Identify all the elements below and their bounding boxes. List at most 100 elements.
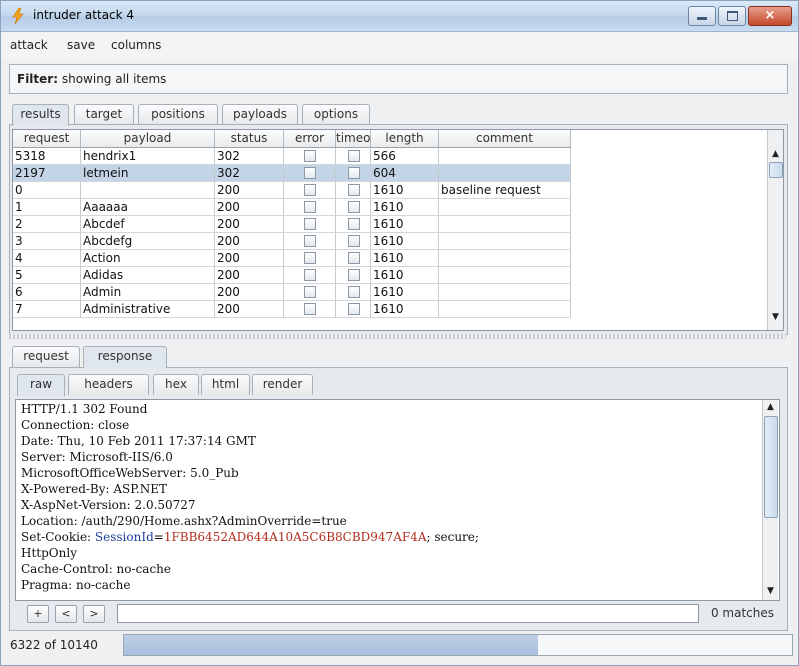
col-comment[interactable]: comment xyxy=(439,130,571,147)
cookie-prefix: Set-Cookie: xyxy=(21,530,95,544)
cell-comment xyxy=(439,284,571,301)
cell-length: 1610 xyxy=(371,250,439,267)
table-row[interactable]: 6 Admin 200 1610 xyxy=(13,284,571,301)
cell-timeout xyxy=(336,250,371,267)
cell-payload: Aaaaaa xyxy=(81,199,215,216)
response-line: MicrosoftOfficeWebServer: 5.0_Pub xyxy=(21,466,239,480)
maximize-icon xyxy=(727,11,738,21)
search-next-button[interactable]: > xyxy=(83,605,105,623)
status-bar: 6322 of 10140 xyxy=(1,631,798,665)
maximize-button[interactable] xyxy=(718,6,746,26)
cell-timeout xyxy=(336,233,371,250)
cell-status: 200 xyxy=(215,284,284,301)
tab-positions[interactable]: positions xyxy=(138,104,218,125)
cell-request: 2 xyxy=(13,216,81,233)
tab-results[interactable]: results xyxy=(12,104,69,126)
table-row[interactable]: 2 Abcdef 200 1610 xyxy=(13,216,571,233)
response-scrollbar[interactable]: ▲ ▼ xyxy=(762,400,778,600)
col-request[interactable]: request xyxy=(13,130,81,147)
cell-error xyxy=(284,199,336,216)
tab-target[interactable]: target xyxy=(74,104,134,125)
col-status[interactable]: status xyxy=(215,130,284,147)
cell-status: 200 xyxy=(215,267,284,284)
search-prev-button[interactable]: < xyxy=(55,605,77,623)
intruder-window: intruder attack 4 × attack save columns … xyxy=(0,0,799,666)
cell-error xyxy=(284,182,336,199)
col-error[interactable]: error xyxy=(284,130,336,147)
cell-comment xyxy=(439,267,571,284)
cell-timeout xyxy=(336,165,371,182)
cell-timeout xyxy=(336,199,371,216)
cell-error xyxy=(284,216,336,233)
menu-columns[interactable]: columns xyxy=(111,38,161,52)
cell-length: 1610 xyxy=(371,233,439,250)
menu-attack[interactable]: attack xyxy=(10,38,48,52)
tab-hex[interactable]: hex xyxy=(153,374,199,395)
cell-error xyxy=(284,250,336,267)
tab-response[interactable]: response xyxy=(83,346,167,368)
window-title: intruder attack 4 xyxy=(33,8,135,22)
attack-progress-bar xyxy=(123,634,793,656)
table-row[interactable]: 4 Action 200 1610 xyxy=(13,250,571,267)
cell-timeout xyxy=(336,267,371,284)
scroll-up-icon[interactable]: ▲ xyxy=(763,400,778,415)
cell-length: 1610 xyxy=(371,216,439,233)
response-line: Location: /auth/290/Home.ashx?AdminOverr… xyxy=(21,514,347,528)
scroll-up-icon[interactable]: ▲ xyxy=(768,147,783,162)
timeout-checkbox xyxy=(348,167,360,179)
col-timeout[interactable]: timeo... xyxy=(336,130,371,147)
response-cookie-line: Set-Cookie: SessionId=1FBB6452AD644A10A5… xyxy=(21,530,479,544)
tab-request[interactable]: request xyxy=(12,346,80,367)
menu-save[interactable]: save xyxy=(67,38,95,52)
scroll-down-icon[interactable]: ▼ xyxy=(768,310,783,325)
minimize-button[interactable] xyxy=(688,6,716,26)
cookie-suffix: ; secure; xyxy=(426,530,479,544)
timeout-checkbox xyxy=(348,150,360,162)
table-row[interactable]: 2197 letmein 302 604 xyxy=(13,165,571,182)
split-pane-divider[interactable] xyxy=(9,334,786,339)
title-bar[interactable]: intruder attack 4 × xyxy=(1,1,798,32)
timeout-checkbox xyxy=(348,269,360,281)
minimize-icon xyxy=(697,17,707,20)
tab-render[interactable]: render xyxy=(252,374,313,395)
tab-options[interactable]: options xyxy=(302,104,370,125)
cell-payload: Abcdef xyxy=(81,216,215,233)
col-length[interactable]: length xyxy=(371,130,439,147)
cell-status: 200 xyxy=(215,301,284,318)
filter-value: showing all items xyxy=(61,72,167,86)
scroll-down-icon[interactable]: ▼ xyxy=(763,584,778,599)
cell-length: 1610 xyxy=(371,182,439,199)
tab-headers[interactable]: headers xyxy=(68,374,149,395)
close-button[interactable]: × xyxy=(748,6,792,26)
results-scrollbar[interactable]: ▲ ▼ xyxy=(767,130,783,330)
search-add-button[interactable]: + xyxy=(27,605,49,623)
cell-comment xyxy=(439,301,571,318)
tab-payloads[interactable]: payloads xyxy=(222,104,298,125)
response-line: Server: Microsoft-IIS/6.0 xyxy=(21,450,173,464)
response-text-area[interactable]: HTTP/1.1 302 Found Connection: close Dat… xyxy=(15,399,780,601)
view-tab-strip: raw headers hex html render xyxy=(17,374,313,396)
filter-bar[interactable]: Filter: showing all items xyxy=(9,64,788,94)
cell-request: 2197 xyxy=(13,165,81,182)
col-payload[interactable]: payload xyxy=(81,130,215,147)
table-row[interactable]: 0 200 1610 baseline request xyxy=(13,182,571,199)
table-row[interactable]: 1 Aaaaaa 200 1610 xyxy=(13,199,571,216)
scroll-thumb[interactable] xyxy=(769,162,783,178)
cell-length: 1610 xyxy=(371,199,439,216)
cell-request: 5318 xyxy=(13,148,81,165)
tab-html[interactable]: html xyxy=(201,374,250,395)
main-tab-strip: results target positions payloads option… xyxy=(12,104,372,126)
scroll-thumb[interactable] xyxy=(764,416,778,518)
cell-timeout xyxy=(336,216,371,233)
search-input[interactable] xyxy=(117,604,699,623)
table-row[interactable]: 3 Abcdefg 200 1610 xyxy=(13,233,571,250)
table-row[interactable]: 5318 hendrix1 302 566 xyxy=(13,148,571,165)
table-row[interactable]: 5 Adidas 200 1610 xyxy=(13,267,571,284)
tab-raw[interactable]: raw xyxy=(17,374,65,396)
error-checkbox xyxy=(304,235,316,247)
filter-text: Filter: showing all items xyxy=(17,72,166,86)
cell-comment xyxy=(439,165,571,182)
cell-payload: Administrative xyxy=(81,301,215,318)
timeout-checkbox xyxy=(348,218,360,230)
table-row[interactable]: 7 Administrative 200 1610 xyxy=(13,301,571,318)
